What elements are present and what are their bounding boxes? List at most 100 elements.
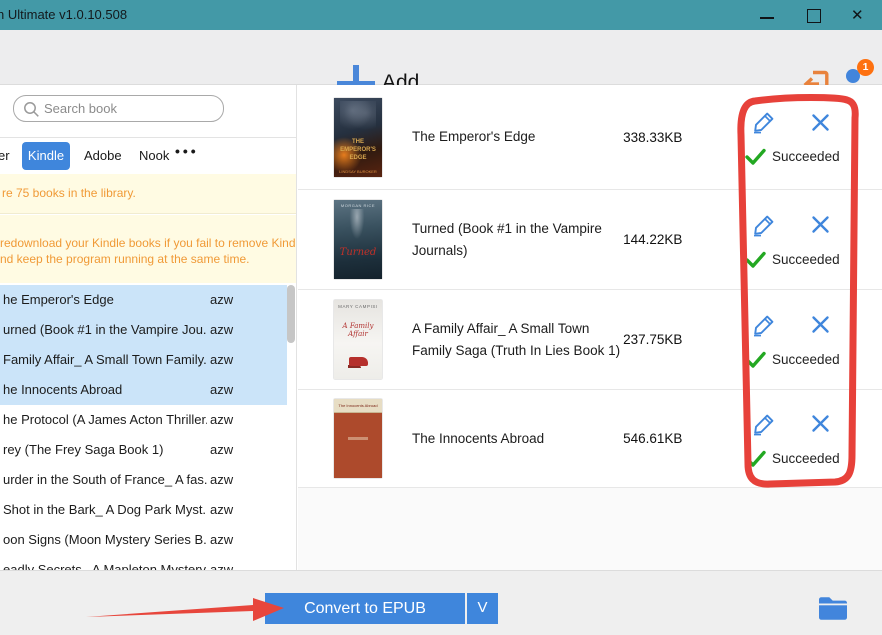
tab-nook[interactable]: Nook xyxy=(139,148,169,163)
status-label: Succeeded xyxy=(772,149,840,164)
row-action-icons xyxy=(751,212,833,238)
sidebar-book-title: urned (Book #1 in the Vampire Jou... xyxy=(3,315,207,345)
sidebar-book-row[interactable]: he Emperor's Edge azw xyxy=(0,285,287,315)
conversion-book-title: The Innocents Abroad xyxy=(412,428,621,450)
conversion-row: THE EMPEROR'S EDGE LINDSAY BUROKER The E… xyxy=(298,85,882,190)
conversion-status: Succeeded xyxy=(745,351,840,368)
sidebar-book-row[interactable]: eadly Secrets_ A Mapleton Mystery azw xyxy=(0,555,287,570)
close-x-icon xyxy=(811,215,830,234)
search-icon xyxy=(23,101,40,118)
search-input[interactable] xyxy=(44,97,216,120)
conversion-book-title: Turned (Book #1 in the Vampire Journals) xyxy=(412,218,621,261)
status-label: Succeeded xyxy=(772,252,840,267)
conversion-book-size: 237.75KB xyxy=(623,332,723,347)
row-actions: Succeeded xyxy=(723,312,862,368)
open-output-folder-button[interactable] xyxy=(818,594,848,621)
sidebar-book-title: Shot in the Bark_ A Dog Park Myst... xyxy=(3,495,207,525)
kindle-warning-notice: redownload your Kindle books if you fail… xyxy=(0,215,297,283)
sidebar-book-title: he Emperor's Edge xyxy=(3,285,207,315)
conversion-book-size: 144.22KB xyxy=(623,232,723,247)
cover-text-top: The Innocents Abroad xyxy=(334,403,382,408)
library-count-text: re 75 books in the library. xyxy=(2,186,136,200)
sidebar-book-title: eadly Secrets_ A Mapleton Mystery xyxy=(3,555,207,570)
sidebar-book-format: azw xyxy=(210,285,233,315)
search-box xyxy=(13,95,224,122)
warning-line-1: redownload your Kindle books if you fail… xyxy=(0,236,297,250)
convert-button-group: Convert to EPUB V xyxy=(265,593,498,624)
conversion-status: Succeeded xyxy=(745,251,840,268)
edit-metadata-button[interactable] xyxy=(751,312,777,338)
convert-to-epub-button[interactable]: Convert to EPUB xyxy=(265,593,465,624)
sidebar-book-row[interactable]: Shot in the Bark_ A Dog Park Myst... azw xyxy=(0,495,287,525)
row-action-icons xyxy=(751,109,833,135)
minimize-button[interactable] xyxy=(750,0,784,30)
check-icon xyxy=(745,351,766,368)
window-title: n Ultimate v1.0.10.508 xyxy=(0,7,127,22)
tab-more[interactable]: ••• xyxy=(175,143,199,159)
close-x-icon xyxy=(811,414,830,433)
sidebar-divider xyxy=(0,137,297,138)
edit-metadata-button[interactable] xyxy=(751,109,777,135)
sidebar-book-format: azw xyxy=(210,315,233,345)
pencil-icon xyxy=(751,212,777,238)
sidebar-book-format: azw xyxy=(210,555,233,570)
sidebar-book-row[interactable]: urned (Book #1 in the Vampire Jou... azw xyxy=(0,315,287,345)
pencil-icon xyxy=(751,312,777,338)
row-actions: Succeeded xyxy=(723,109,862,165)
convert-format-dropdown[interactable]: V xyxy=(467,593,498,624)
tab-partial[interactable]: er xyxy=(0,148,10,163)
remove-book-button[interactable] xyxy=(807,212,833,238)
maximize-button[interactable] xyxy=(796,0,830,30)
conversion-book-size: 546.61KB xyxy=(623,431,723,446)
conversion-status: Succeeded xyxy=(745,148,840,165)
sidebar-book-row[interactable]: urder in the South of France_ A fas... a… xyxy=(0,465,287,495)
conversion-panel: THE EMPEROR'S EDGE LINDSAY BUROKER The E… xyxy=(298,85,882,570)
book-cover: MARY CAMPISI A Family Affair xyxy=(334,300,382,379)
close-x-icon xyxy=(811,113,830,132)
sidebar-book-format: azw xyxy=(210,345,233,375)
conversion-book-title: The Emperor's Edge xyxy=(412,126,621,148)
remove-book-button[interactable] xyxy=(807,411,833,437)
sidebar-book-format: azw xyxy=(210,375,233,405)
conversion-list-empty-area xyxy=(298,488,882,570)
conversion-book-title: A Family Affair_ A Small Town Family Sag… xyxy=(412,318,621,361)
sidebar-book-row[interactable]: he Protocol (A James Acton Thriller... a… xyxy=(0,405,287,435)
footer-bar: Convert to EPUB V xyxy=(0,570,882,635)
sidebar: er Kindle Adobe Nook ••• re 75 books in … xyxy=(0,85,297,570)
sidebar-book-title: urder in the South of France_ A fas... xyxy=(3,465,207,495)
pencil-icon xyxy=(751,411,777,437)
sidebar-book-format: azw xyxy=(210,525,233,555)
sidebar-book-row[interactable]: he Innocents Abroad azw xyxy=(0,375,287,405)
library-count-notice: re 75 books in the library. xyxy=(0,174,297,214)
notification-badge: 1 xyxy=(857,59,874,76)
cover-text-title: A Family Affair xyxy=(334,322,382,338)
conversion-row: The Innocents Abroad The Innocents Abroa… xyxy=(298,390,882,488)
sidebar-book-row[interactable]: Family Affair_ A Small Town Family... az… xyxy=(0,345,287,375)
check-icon xyxy=(745,148,766,165)
pencil-icon xyxy=(751,109,777,135)
sidebar-book-title: he Innocents Abroad xyxy=(3,375,207,405)
cover-text-title: THE EMPEROR'S EDGE xyxy=(334,138,382,162)
conversion-list: THE EMPEROR'S EDGE LINDSAY BUROKER The E… xyxy=(298,85,882,488)
book-cover: The Innocents Abroad xyxy=(334,399,382,478)
row-action-icons xyxy=(751,411,833,437)
edit-metadata-button[interactable] xyxy=(751,212,777,238)
sidebar-book-row[interactable]: rey (The Frey Saga Book 1) azw xyxy=(0,435,287,465)
titlebar: n Ultimate v1.0.10.508 xyxy=(0,0,882,30)
cover-text-author: LINDSAY BUROKER xyxy=(334,169,382,174)
folder-icon xyxy=(818,594,848,621)
sidebar-book-title: rey (The Frey Saga Book 1) xyxy=(3,435,207,465)
tab-adobe[interactable]: Adobe xyxy=(84,148,122,163)
edit-metadata-button[interactable] xyxy=(751,411,777,437)
conversion-book-size: 338.33KB xyxy=(623,130,723,145)
sidebar-book-row[interactable]: oon Signs (Moon Mystery Series B... azw xyxy=(0,525,287,555)
remove-book-button[interactable] xyxy=(807,312,833,338)
book-cover: THE EMPEROR'S EDGE LINDSAY BUROKER xyxy=(334,98,382,177)
sidebar-scrollbar-thumb[interactable] xyxy=(287,285,295,343)
tab-kindle[interactable]: Kindle xyxy=(22,142,70,170)
close-button[interactable] xyxy=(842,0,876,30)
warning-line-2: nd keep the program running at the same … xyxy=(0,252,249,266)
conversion-row: MARY CAMPISI A Family Affair A Family Af… xyxy=(298,290,882,390)
remove-book-button[interactable] xyxy=(807,109,833,135)
check-icon xyxy=(745,251,766,268)
